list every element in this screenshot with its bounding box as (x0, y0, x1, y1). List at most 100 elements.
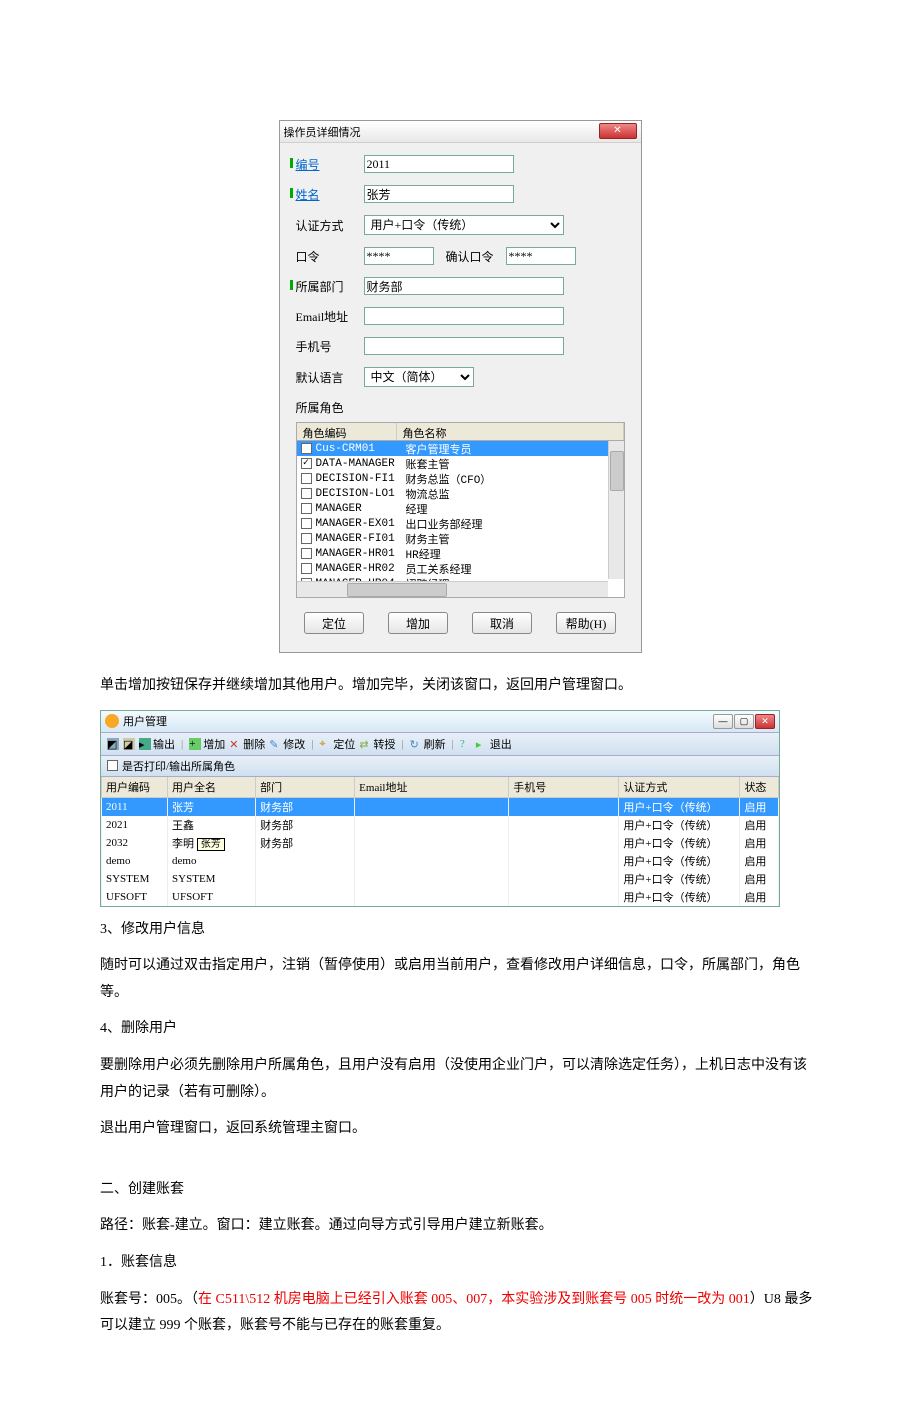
role-checkbox[interactable] (301, 548, 312, 559)
add-button[interactable]: 增加 (388, 612, 448, 634)
role-row[interactable]: DECISION-LO1物流总监 (297, 486, 624, 501)
id-input[interactable] (364, 155, 514, 173)
table-row[interactable]: UFSOFTUFSOFT用户+口令（传统）启用 (102, 888, 779, 906)
role-checkbox[interactable] (301, 533, 312, 544)
cell-code: 2032 (102, 834, 168, 852)
close-icon[interactable]: ✕ (755, 714, 775, 729)
cell-fullname: 王鑫 (168, 816, 256, 834)
toolbar-exit[interactable]: ▸退出 (476, 736, 512, 752)
doc-paragraph: 账套号：005。（在 C511\512 机房电脑上已经引入账套 005、007，… (100, 1287, 820, 1340)
role-code: MANAGER-EX01 (316, 518, 406, 530)
scrollbar-horizontal[interactable] (297, 581, 608, 597)
cell-auth: 用户+口令（传统） (619, 852, 740, 870)
cell-code: 2011 (102, 797, 168, 816)
confirm-pwd-input[interactable] (506, 247, 576, 265)
toolbar-add[interactable]: +增加 (189, 736, 225, 752)
role-row[interactable]: DECISION-FI1财务总监（CFO） (297, 471, 624, 486)
roles-listbox[interactable]: 角色编码 角色名称 Cus-CRM01客户管理专员DATA-MANAGER账套主… (296, 422, 625, 598)
scroll-thumb[interactable] (347, 583, 447, 597)
col-code[interactable]: 用户编码 (102, 777, 168, 798)
label-pwd: 口令 (296, 248, 356, 265)
role-row[interactable]: MANAGER-EX01出口业务部经理 (297, 516, 624, 531)
role-checkbox[interactable] (301, 458, 312, 469)
cell-dept (256, 870, 355, 888)
dialog-title: 操作员详细情况 (284, 124, 361, 140)
table-row[interactable]: 2011张芳财务部用户+口令（传统）启用 (102, 797, 779, 816)
role-row[interactable]: DATA-MANAGER账套主管 (297, 456, 624, 471)
cell-email (355, 797, 509, 816)
scroll-thumb[interactable] (610, 451, 624, 491)
cell-status: 启用 (740, 870, 779, 888)
col-status[interactable]: 状态 (740, 777, 779, 798)
role-checkbox[interactable] (301, 563, 312, 574)
phone-input[interactable] (364, 337, 564, 355)
role-checkbox[interactable] (301, 473, 312, 484)
role-checkbox[interactable] (301, 503, 312, 514)
role-code: DECISION-FI1 (316, 473, 406, 485)
window-titlebar[interactable]: 用户管理 — ▢ ✕ (101, 711, 779, 733)
cell-phone (509, 888, 619, 906)
cell-code: UFSOFT (102, 888, 168, 906)
locate-button[interactable]: 定位 (304, 612, 364, 634)
email-input[interactable] (364, 307, 564, 325)
dept-input[interactable] (364, 277, 564, 295)
cell-status: 启用 (740, 816, 779, 834)
role-row[interactable]: Cus-CRM01客户管理专员 (297, 441, 624, 456)
auth-select[interactable]: 用户+口令（传统） (364, 215, 564, 235)
toolbar-delete[interactable]: ✕删除 (229, 736, 265, 752)
col-fullname[interactable]: 用户全名 (168, 777, 256, 798)
role-checkbox[interactable] (301, 443, 312, 454)
table-row[interactable]: 2021王鑫财务部用户+口令（传统）启用 (102, 816, 779, 834)
col-phone[interactable]: 手机号 (509, 777, 619, 798)
pwd-input[interactable] (364, 247, 434, 265)
cell-fullname: 张芳 (168, 797, 256, 816)
toolbar-print-icon[interactable]: ◩ (107, 738, 119, 750)
table-row[interactable]: 2032李明 张芳财务部用户+口令（传统）启用 (102, 834, 779, 852)
role-row[interactable]: MANAGER-HR01HR经理 (297, 546, 624, 561)
toolbar-transfer[interactable]: ⇄转授 (359, 736, 395, 752)
role-checkbox[interactable] (301, 518, 312, 529)
toolbar-preview-icon[interactable]: ◪ (123, 738, 135, 750)
col-email[interactable]: Email地址 (355, 777, 509, 798)
maximize-icon[interactable]: ▢ (734, 714, 754, 729)
cell-fullname: UFSOFT (168, 888, 256, 906)
app-icon (105, 714, 119, 728)
role-row[interactable]: MANAGER经理 (297, 501, 624, 516)
cell-auth: 用户+口令（传统） (619, 834, 740, 852)
minimize-icon[interactable]: — (713, 714, 733, 729)
role-code: DATA-MANAGER (316, 458, 406, 470)
print-roles-checkbox[interactable] (107, 760, 118, 771)
toolbar-help-icon[interactable]: ? (460, 738, 472, 750)
col-dept[interactable]: 部门 (256, 777, 355, 798)
close-icon[interactable]: ✕ (599, 123, 637, 139)
role-checkbox[interactable] (301, 488, 312, 499)
lang-select[interactable]: 中文（简体） (364, 367, 474, 387)
name-input[interactable] (364, 185, 514, 203)
role-name: 员工关系经理 (406, 561, 624, 577)
cell-fullname: demo (168, 852, 256, 870)
dialog-titlebar[interactable]: 操作员详细情况 ✕ (280, 121, 641, 143)
cell-status: 启用 (740, 888, 779, 906)
label-phone: 手机号 (296, 338, 356, 355)
scrollbar-vertical[interactable] (608, 441, 624, 579)
toolbar-modify[interactable]: ✎修改 (269, 736, 305, 752)
cell-fullname: 李明 张芳 (168, 834, 256, 852)
table-row[interactable]: SYSTEMSYSTEM用户+口令（传统）启用 (102, 870, 779, 888)
toolbar-locate[interactable]: ⌖定位 (319, 736, 355, 752)
help-button[interactable]: 帮助(H) (556, 612, 616, 634)
role-row[interactable]: MANAGER-HR02员工关系经理 (297, 561, 624, 576)
table-row[interactable]: demodemo用户+口令（传统）启用 (102, 852, 779, 870)
cancel-button[interactable]: 取消 (472, 612, 532, 634)
role-code: DECISION-LO1 (316, 488, 406, 500)
user-table: 用户编码 用户全名 部门 Email地址 手机号 认证方式 状态 2011张芳财… (101, 777, 779, 906)
label-name: 姓名 (296, 186, 356, 203)
role-row[interactable]: MANAGER-FI01财务主管 (297, 531, 624, 546)
toolbar-refresh[interactable]: ↻刷新 (410, 736, 446, 752)
label-id: 编号 (296, 156, 356, 173)
label-email: Email地址 (296, 308, 356, 325)
doc-paragraph: 4、删除用户 (100, 1016, 820, 1043)
cell-status: 启用 (740, 834, 779, 852)
cell-phone (509, 870, 619, 888)
col-auth[interactable]: 认证方式 (619, 777, 740, 798)
toolbar-output[interactable]: ▸输出 (139, 736, 175, 752)
